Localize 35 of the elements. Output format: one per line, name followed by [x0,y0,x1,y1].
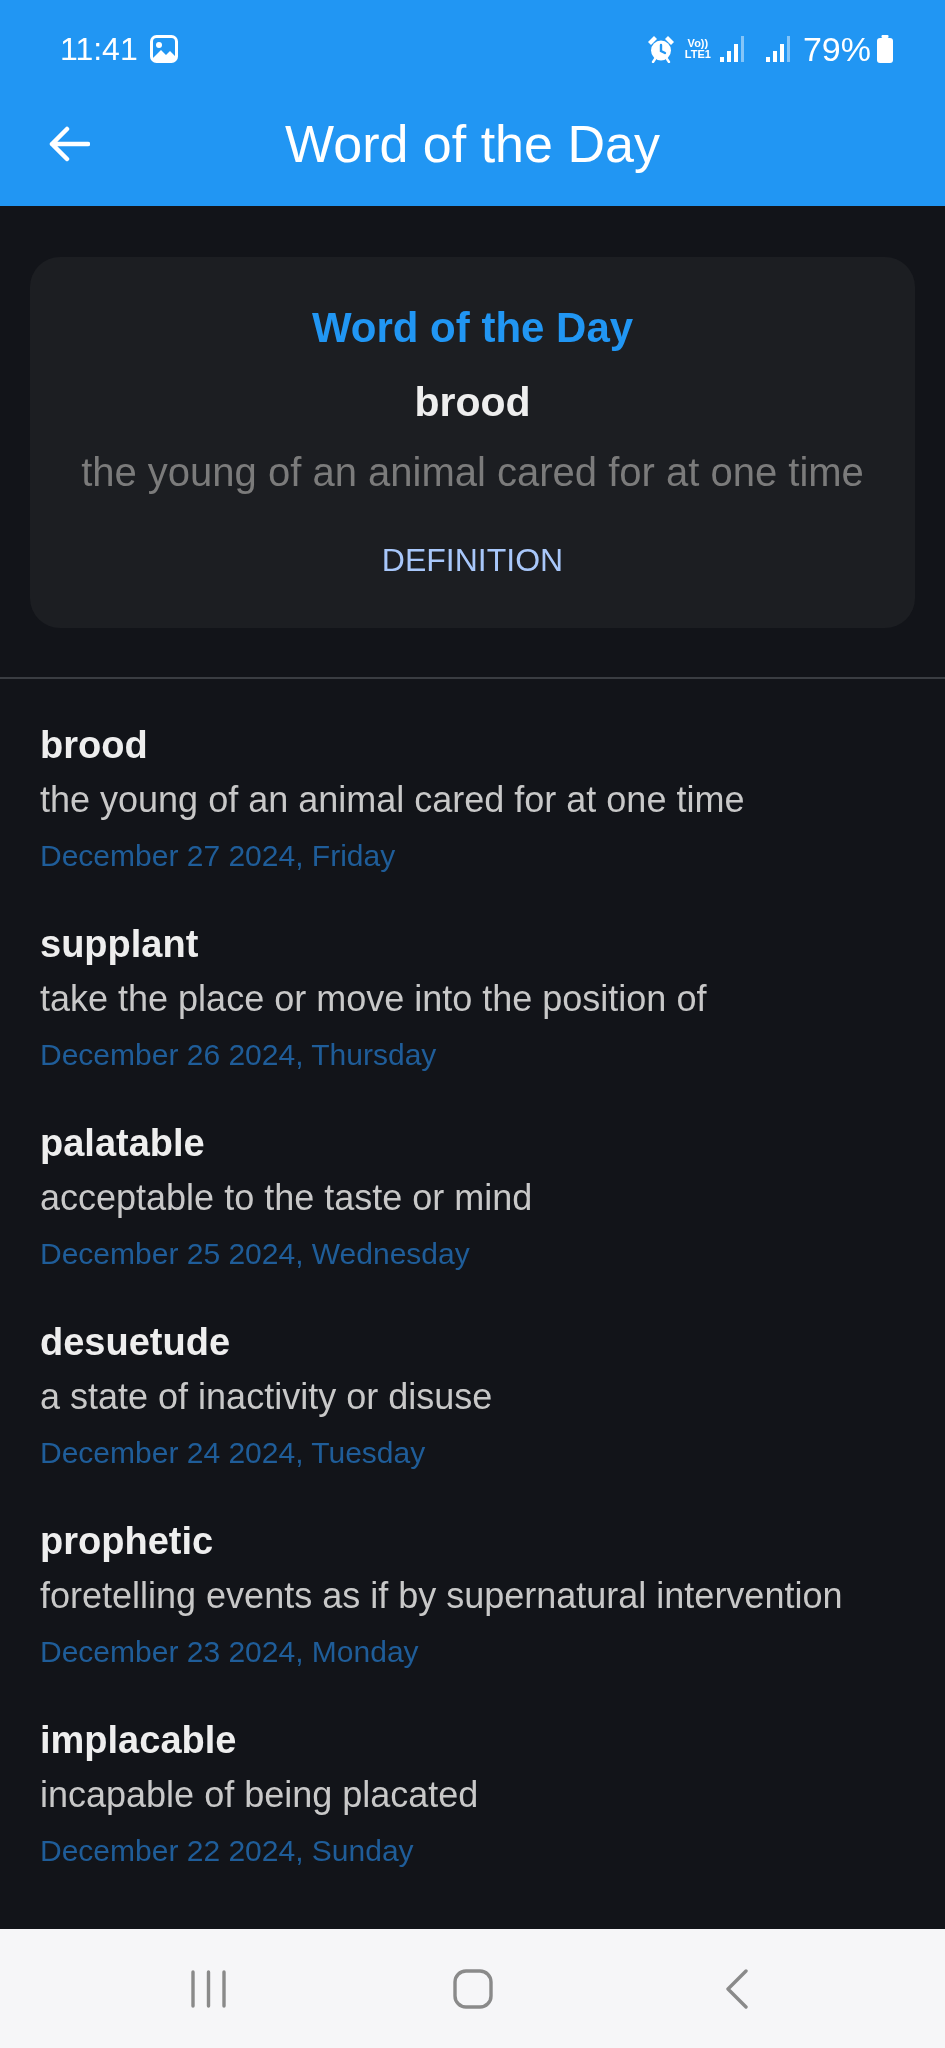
featured-definition: the young of an animal cared for at one time [81,449,864,495]
word-definition: foretelling events as if by supernatural intervention [40,1575,843,1617]
word-title: brood [40,723,148,768]
battery-icon [877,35,893,63]
signal-icon [718,35,745,63]
word-date: December 27 2024, Friday [40,838,396,874]
word-title: supplant [40,922,199,967]
word-date: December 22 2024, Sunday [40,1833,414,1869]
definition-button[interactable]: DEFINITION [365,532,580,588]
word-date: December 25 2024, Wednesday [40,1236,470,1272]
word-date: December 26 2024, Thursday [40,1037,437,1073]
word-date: December 23 2024, Monday [40,1634,419,1670]
recent-apps-icon [190,1969,227,2008]
word-title: palatable [40,1121,205,1166]
back-icon [724,1968,749,2009]
word-definition: acceptable to the taste or mind [40,1177,533,1219]
word-title: desuetude [40,1320,231,1365]
home-icon [452,1968,493,2009]
app-bar-title: Word of the Day [285,114,660,174]
word-definition: the young of an animal cared for at one time [40,779,745,821]
word-definition: incapable of being placated [40,1774,479,1816]
image-icon [149,35,178,63]
word-date: December 24 2024, Tuesday [40,1435,426,1471]
featured-word: brood [414,378,531,426]
signal-icon [764,35,791,63]
volte-indicator: Vo)) LTE1 [684,38,711,60]
arrow-left-icon [48,126,90,162]
battery-percentage: 79% [802,30,871,68]
status-time: 11:41 [60,30,138,68]
word-title: implacable [40,1718,237,1763]
word-definition: a state of inactivity or disuse [40,1376,493,1418]
card-heading: Word of the Day [311,304,634,352]
word-title: prophetic [40,1519,214,1564]
word-definition: take the place or move into the position of [40,978,707,1020]
alarm-clock-icon [646,35,675,63]
